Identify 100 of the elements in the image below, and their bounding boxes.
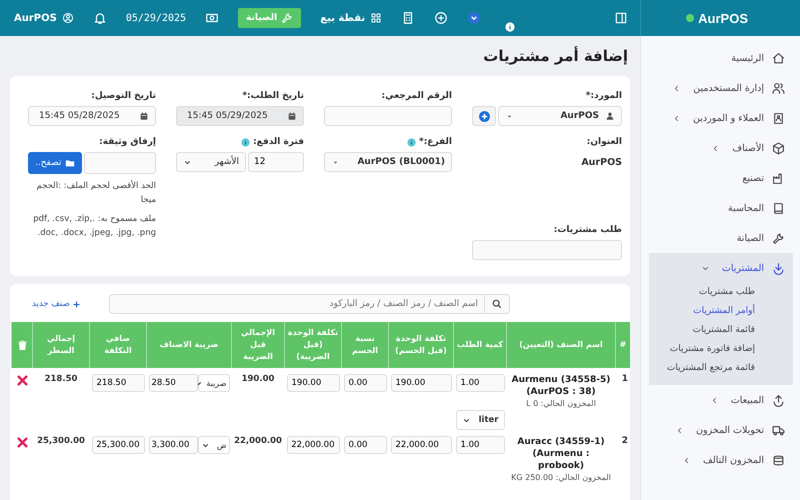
table-cell-text: 22,000.00 (233, 435, 283, 448)
branch-select[interactable]: AurPOS (BL0001) (324, 152, 452, 172)
number-field[interactable]: 22,000.00 (286, 436, 340, 454)
number-field[interactable]: 0.00 (344, 374, 386, 392)
field-label: الفرع:* (419, 137, 452, 147)
number-field[interactable]: 1.00 (456, 436, 504, 454)
sidebar-subitem[interactable]: إضافة فاتورة مشتريات (649, 340, 793, 359)
stock-text: المخزون الحالي: 0 L (525, 399, 597, 408)
search-button[interactable] (484, 294, 510, 314)
upload-icon (772, 394, 785, 406)
cash-icon[interactable] (205, 11, 220, 25)
new-item-link[interactable]: صنف جديد (28, 299, 81, 309)
calendar-icon (139, 111, 149, 121)
date-text: 05/29/2025 (126, 12, 186, 24)
number-field[interactable]: 218.50 (92, 374, 144, 392)
column-header: الإجمالي قبل الضريبة (232, 322, 284, 368)
input-field[interactable] (472, 240, 622, 260)
users-icon (772, 82, 785, 94)
plus-icon (72, 300, 81, 308)
folder-icon (65, 158, 76, 168)
table-cell-text: 25,300.00 (36, 435, 86, 448)
field-label: إرفاق وثيقة: (99, 137, 156, 147)
field-label: تاريخ الطلب:* (242, 91, 304, 101)
number-field[interactable]: 190.00 (286, 374, 340, 392)
input-field[interactable] (324, 106, 452, 126)
sidebar-item[interactable]: تحويلات المخزون (641, 415, 800, 445)
sidebar-item[interactable]: الأصناف (641, 133, 800, 163)
download-icon (772, 262, 785, 274)
search-field[interactable]: اسم الصنف / رمز الصنف / رمز الباركود (108, 294, 484, 314)
number-field[interactable]: 22,000.00 (390, 436, 452, 454)
trash-icon (16, 340, 28, 350)
sidebar-item[interactable]: العملاء و الموردين (641, 103, 800, 133)
field-label: العنوان: (586, 137, 622, 147)
stock-text: المخزون الحالي: 250.00 KG (510, 473, 612, 482)
column-header: صافي التكلفة (90, 322, 146, 368)
undefined (478, 110, 490, 122)
table-cell: 1 (616, 368, 630, 430)
pos-link[interactable]: نقطة بيع (320, 12, 382, 24)
help-text: الحد الأقصى لحجم الملف: :الحجم ميجا (36, 179, 156, 207)
column-header: ضريبة الاصناف (146, 322, 232, 368)
product-name: Aurmenu (34558-5) (AurPOS : 38) (510, 374, 612, 398)
help-text: ملف مسموح به: .pdf, .csv, .zip, .doc, .docx, .jpeg, .jpg, .png (32, 213, 156, 240)
sidebar-item[interactable]: المبيعات (641, 385, 800, 415)
tax-field[interactable]: 28.50 (148, 374, 198, 392)
field-label: الرقم المرجعي: (381, 91, 452, 101)
column-header: تكلفة الوحدة (قبل الحسم) (388, 322, 454, 368)
truck-icon (772, 424, 785, 436)
column-header: تكلفة الوحدة (قبل الضريبة) (284, 322, 342, 368)
calendar-icon (287, 111, 297, 121)
table-cell-text: 2 (620, 435, 629, 448)
column-header: إجمالي السطر (32, 322, 90, 368)
contact-card-icon (772, 112, 785, 124)
bell-icon[interactable] (92, 11, 107, 25)
sidebar-item[interactable]: إدارة المستخدمين (641, 73, 800, 103)
tax-field[interactable]: 3,300.00 (148, 436, 198, 454)
page-title: إضافة أمر مشتريات (482, 45, 629, 67)
info-icon (505, 22, 515, 32)
chevron-circle-icon[interactable] (467, 11, 482, 25)
sidebar-subitem[interactable]: أوامر المشتريات (649, 302, 793, 321)
number-field[interactable]: 12 (248, 152, 304, 172)
table-cell: 218.50 (32, 368, 90, 430)
wrench-icon (772, 232, 785, 244)
sidebar-item[interactable]: المشتريات (649, 253, 793, 283)
user-menu[interactable]: AurPOS (14, 12, 74, 24)
supplier-select[interactable]: AurPOS (498, 106, 622, 126)
sidebar-item[interactable]: المخزون التالف (641, 445, 800, 475)
factory-icon (772, 172, 785, 184)
number-field[interactable]: 1.00 (456, 374, 504, 392)
sidebar-subitem[interactable]: قائمة مرتجع المشتريات (649, 359, 793, 378)
book-icon (772, 202, 785, 214)
file-field[interactable] (84, 152, 156, 174)
product-name: Auracc (34559-1) (Aurmenu : probook) (516, 436, 606, 472)
column-header: كمية الطلب (454, 322, 506, 368)
sidebar-subitem[interactable]: قائمة المشتريات (649, 321, 793, 340)
unit-select[interactable]: liter (456, 410, 504, 430)
wrench-icon (281, 12, 294, 24)
number-field[interactable]: 25,300.00 (92, 436, 144, 454)
delete-icon[interactable] (16, 374, 28, 387)
sidebar-item[interactable]: الصيانة (641, 223, 800, 253)
database-icon (772, 454, 785, 466)
date-field[interactable]: 05/28/2025 15:45 (28, 106, 156, 126)
period-select[interactable]: الأشهر (176, 152, 246, 172)
sidebar-subitem[interactable]: طلب مشتريات (649, 283, 793, 302)
sidebar-item[interactable]: الرئيسية (641, 43, 800, 73)
add-supplier-button[interactable] (472, 106, 496, 126)
field-label: تاريخ التوصيل: (91, 91, 156, 101)
status-dot (686, 14, 694, 22)
number-field[interactable]: 190.00 (390, 374, 452, 392)
column-header: نسبة الحسم (342, 322, 388, 368)
browse-button[interactable]: تصفح.. (28, 152, 82, 174)
field-label: فترة الدفع: (253, 137, 304, 147)
undefined (492, 299, 502, 309)
sidebar-toggle-icon[interactable] (614, 11, 628, 25)
sidebar-item[interactable]: المحاسبة (641, 193, 800, 223)
delete-icon[interactable] (16, 436, 28, 449)
brand-name: AurPOS (698, 10, 748, 26)
field-label: طلب مشتريات: (554, 225, 622, 235)
number-field[interactable]: 0.00 (344, 436, 386, 454)
column-header: # (616, 322, 630, 368)
sidebar-item[interactable]: تصنيع (641, 163, 800, 193)
